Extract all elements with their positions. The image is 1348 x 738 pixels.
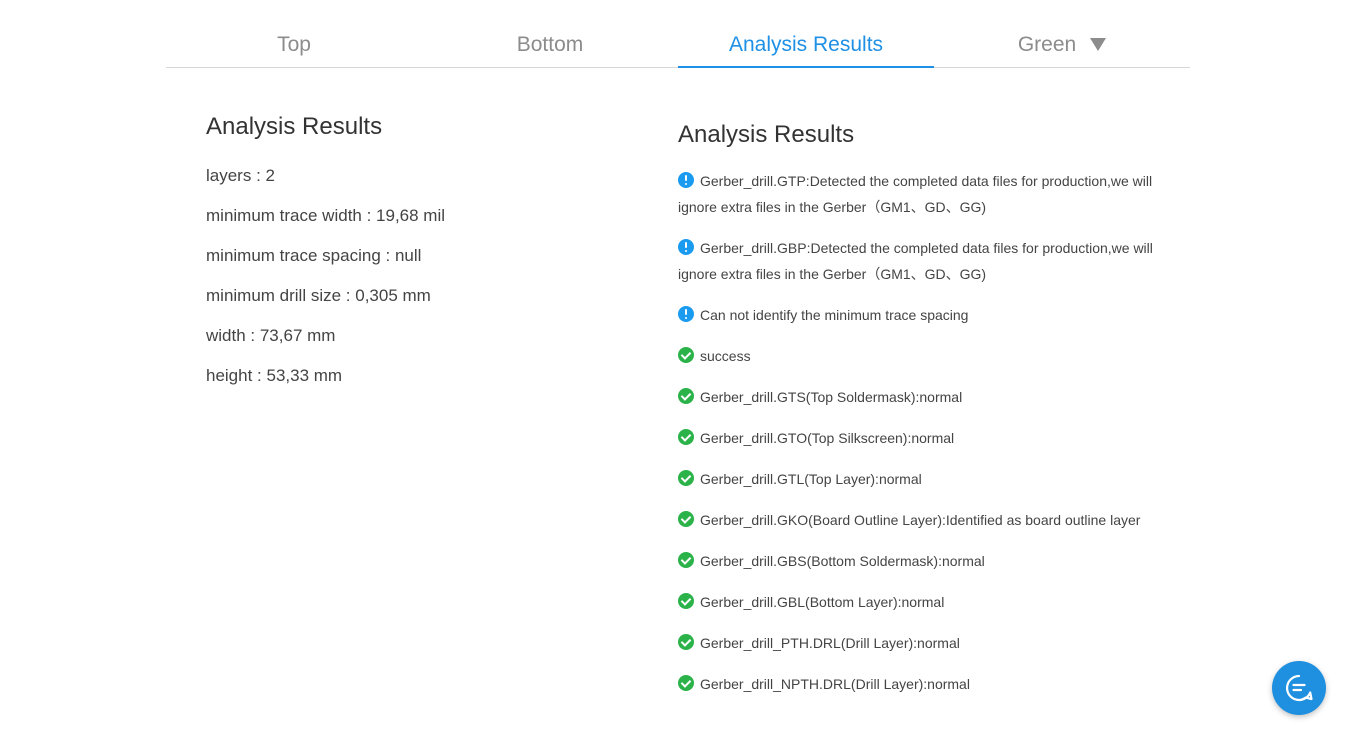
result-item: Gerber_drill_NPTH.DRL(Drill Layer):norma… (678, 671, 1178, 697)
caret-down-icon (1090, 38, 1107, 51)
check-circle-icon (678, 429, 694, 445)
info-circle-icon (678, 172, 694, 188)
check-circle-icon (678, 593, 694, 609)
tab-bottom-label: Bottom (516, 32, 584, 56)
stat-min-drill-size: minimum drill size : 0,305 mm (206, 286, 431, 305)
tab-analysis-results[interactable]: Analysis Results (678, 22, 934, 68)
results-title: Analysis Results (678, 121, 855, 148)
result-item: Can not identify the minimum trace spaci… (678, 302, 1178, 328)
check-circle-icon (678, 511, 694, 527)
check-circle-icon (678, 675, 694, 691)
results-list: Gerber_drill.GTP:Detected the completed … (678, 168, 1178, 697)
result-text: Can not identify the minimum trace spaci… (700, 307, 969, 323)
result-text: success (700, 348, 751, 364)
tab-top[interactable]: Top (166, 22, 422, 67)
result-text: Gerber_drill.GBL(Bottom Layer):normal (700, 594, 945, 610)
stat-layers: layers : 2 (206, 166, 275, 185)
tab-top-label: Top (277, 32, 311, 56)
chat-bubble-icon (1286, 674, 1313, 702)
check-circle-icon (678, 388, 694, 404)
result-item: Gerber_drill.GBP:Detected the completed … (678, 235, 1178, 287)
result-item: Gerber_drill.GTS(Top Soldermask):normal (678, 384, 1178, 410)
result-text: Gerber_drill.GTO(Top Silkscreen):normal (700, 430, 955, 446)
chat-button[interactable] (1272, 661, 1326, 715)
result-item: Gerber_drill.GTO(Top Silkscreen):normal (678, 425, 1178, 451)
result-text: Gerber_drill.GKO(Board Outline Layer):Id… (700, 512, 1141, 528)
info-circle-icon (678, 239, 694, 255)
result-text: Gerber_drill.GBS(Bottom Soldermask):norm… (700, 553, 985, 569)
check-circle-icon (678, 347, 694, 363)
stat-height: height : 53,33 mm (206, 366, 343, 385)
result-text: Gerber_drill.GBP:Detected the completed … (678, 240, 1153, 282)
check-circle-icon (678, 552, 694, 568)
board-stats-panel: Analysis Results layers : 2 minimum trac… (206, 110, 626, 404)
stats-list: layers : 2 minimum trace width : 19,68 m… (206, 164, 626, 404)
stat-width: width : 73,67 mm (206, 326, 336, 345)
tab-bar: Top Bottom Analysis Results Green (166, 22, 1190, 68)
result-text: Gerber_drill.GTP:Detected the completed … (678, 173, 1153, 215)
stats-title: Analysis Results (206, 113, 383, 140)
analysis-results-panel: Analysis Results Gerber_drill.GTP:Detect… (678, 118, 1178, 712)
result-item: Gerber_drill.GTP:Detected the completed … (678, 168, 1178, 220)
result-text: Gerber_drill_NPTH.DRL(Drill Layer):norma… (700, 676, 970, 692)
result-item: Gerber_drill.GBL(Bottom Layer):normal (678, 589, 1178, 615)
tab-analysis-results-label: Analysis Results (728, 32, 884, 56)
check-circle-icon (678, 470, 694, 486)
check-circle-icon (678, 634, 694, 650)
tab-color-select[interactable]: Green (934, 22, 1190, 67)
info-circle-icon (678, 306, 694, 322)
result-item: Gerber_drill.GKO(Board Outline Layer):Id… (678, 507, 1178, 533)
result-item: Gerber_drill.GTL(Top Layer):normal (678, 466, 1178, 492)
result-item: Gerber_drill_PTH.DRL(Drill Layer):normal (678, 630, 1178, 656)
stat-min-trace-spacing: minimum trace spacing : null (206, 246, 422, 265)
result-item: success (678, 343, 1178, 369)
result-text: Gerber_drill.GTS(Top Soldermask):normal (700, 389, 963, 405)
stat-min-trace-width: minimum trace width : 19,68 mil (206, 206, 446, 225)
result-text: Gerber_drill.GTL(Top Layer):normal (700, 471, 922, 487)
tab-bottom[interactable]: Bottom (422, 22, 678, 67)
tab-color-label: Green (1017, 32, 1077, 56)
result-item: Gerber_drill.GBS(Bottom Soldermask):norm… (678, 548, 1178, 574)
result-text: Gerber_drill_PTH.DRL(Drill Layer):normal (700, 635, 960, 651)
